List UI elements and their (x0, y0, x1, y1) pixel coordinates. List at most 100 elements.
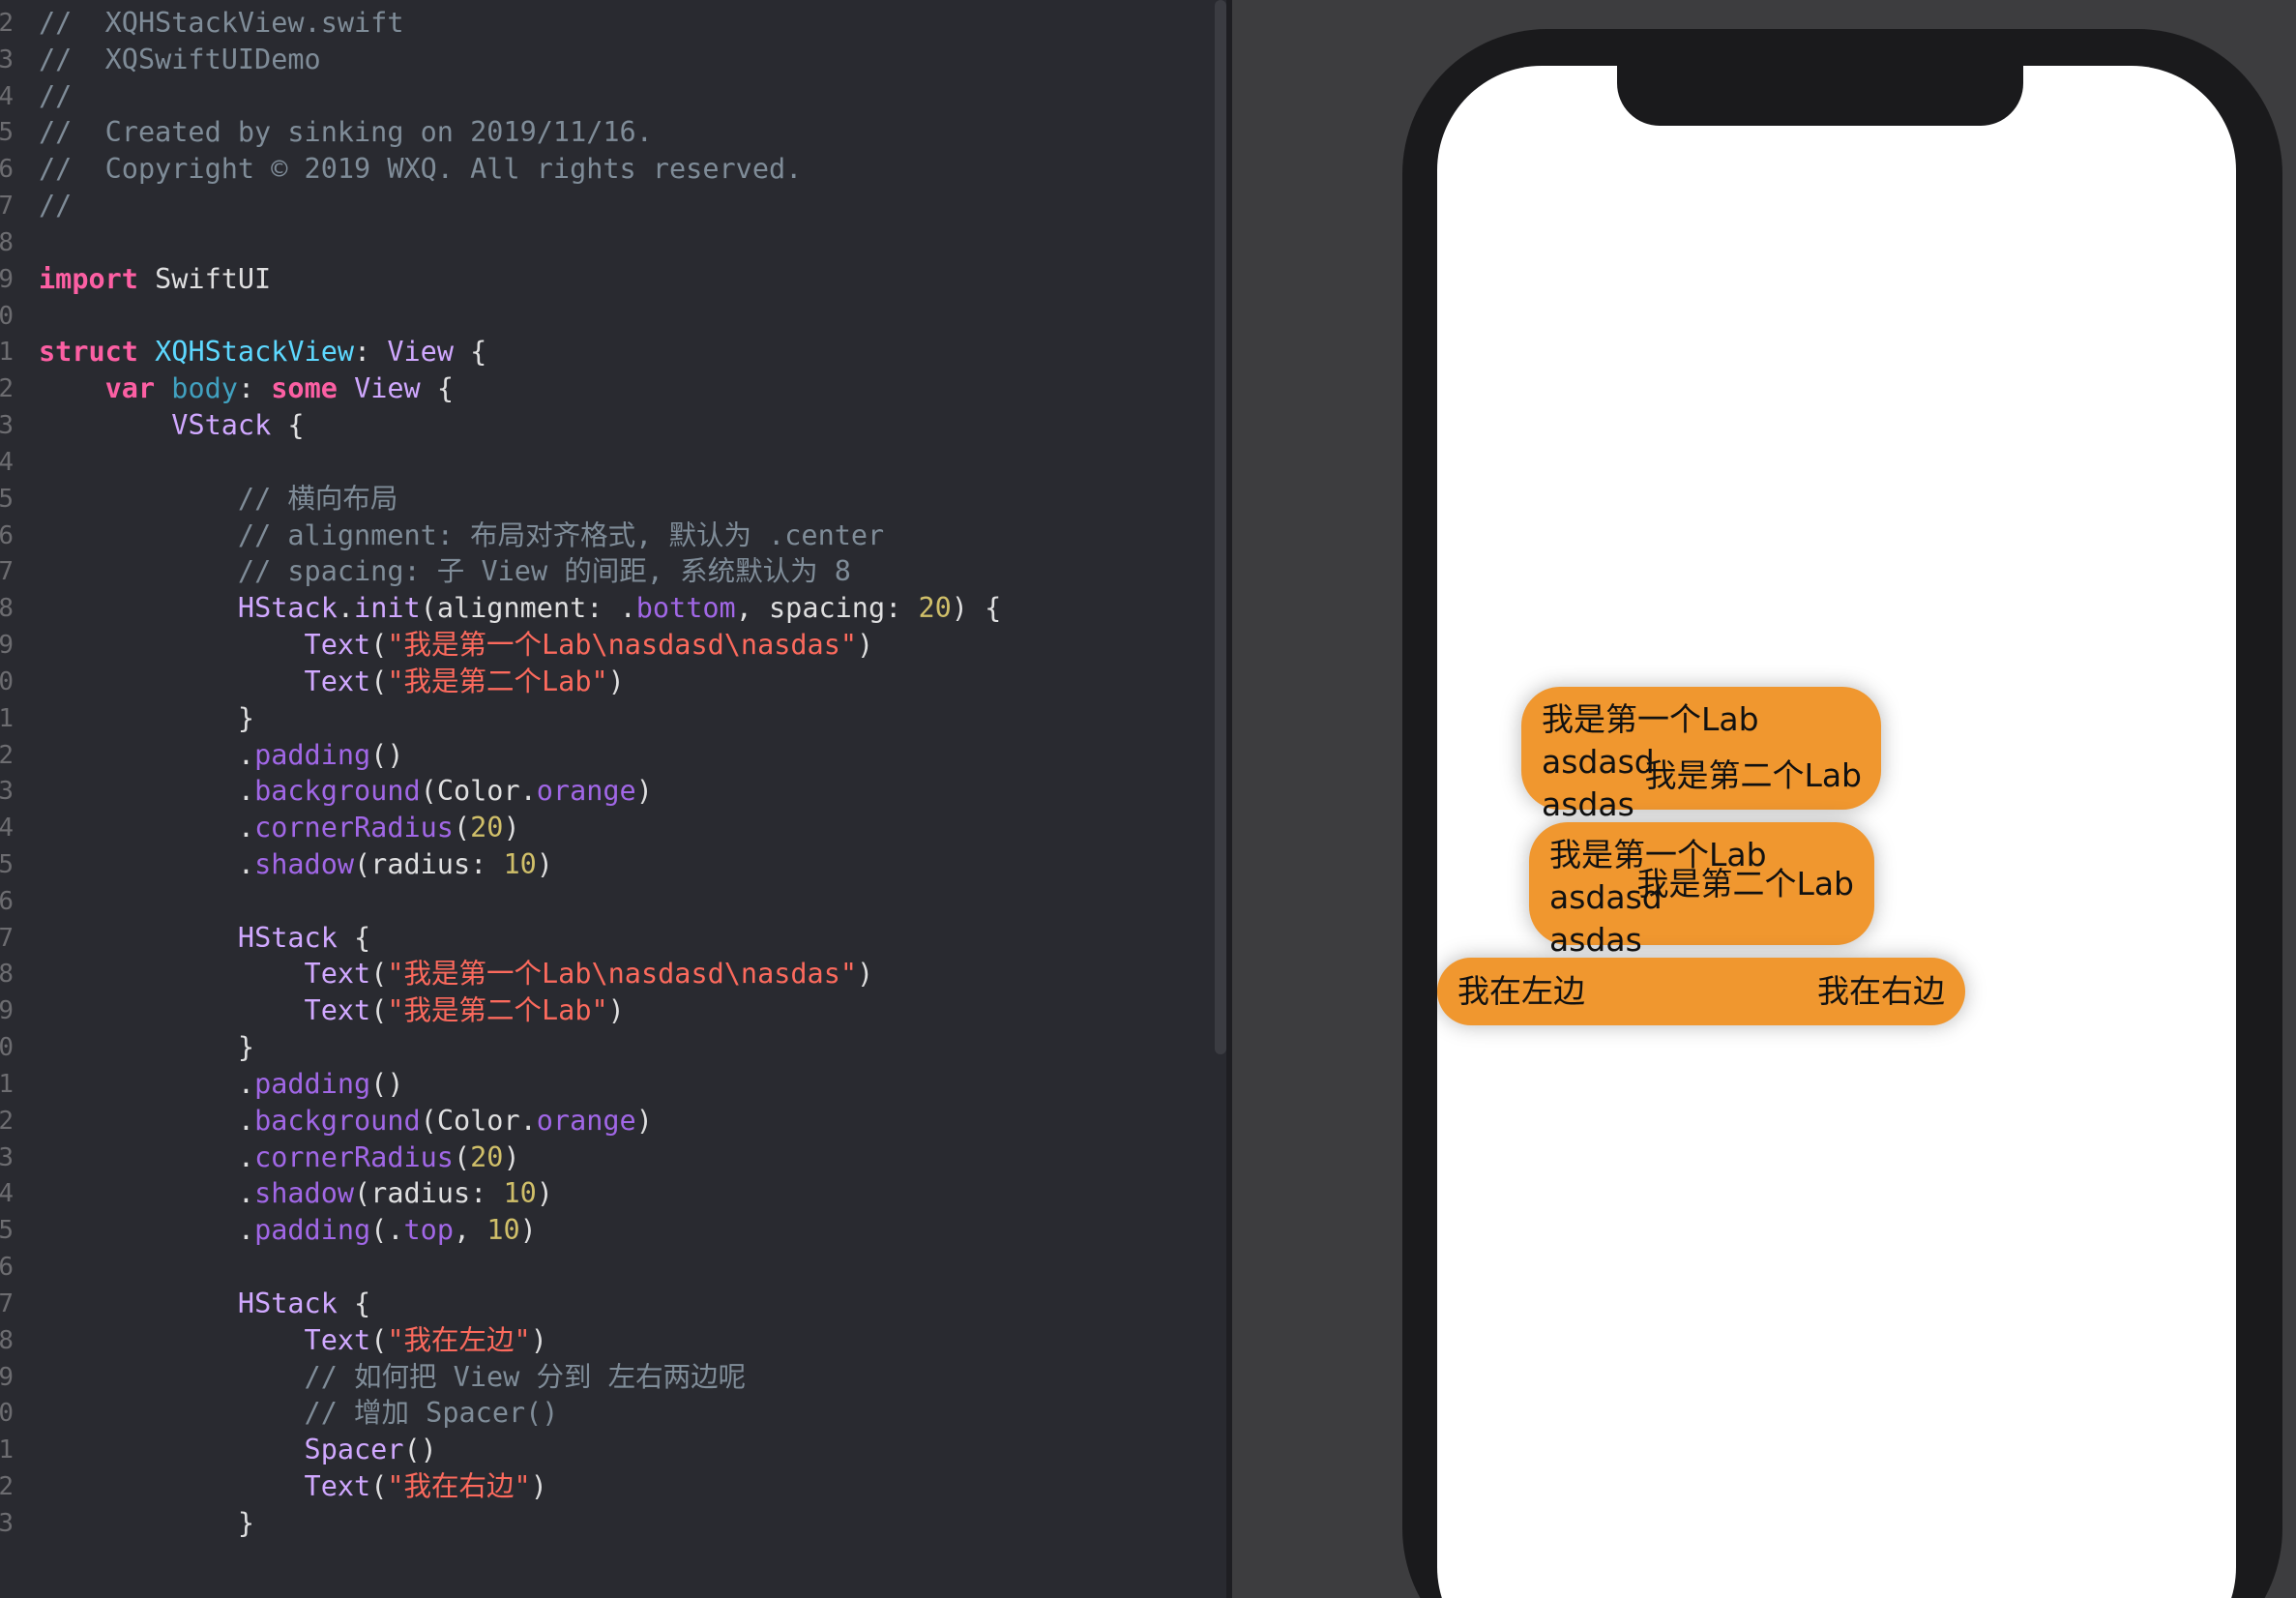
code-line[interactable]: 0 } (0, 1028, 1199, 1067)
code-text: // (39, 77, 72, 116)
code-token: ) (530, 1470, 547, 1503)
editor-scrollbar[interactable] (1215, 0, 1226, 1054)
code-text: // Created by sinking on 2019/11/16. (39, 113, 653, 152)
code-token: ) (607, 994, 625, 1027)
code-text: Spacer() (39, 1431, 437, 1469)
code-token: ) (857, 958, 874, 991)
code-text: .background(Color.orange) (39, 772, 653, 811)
code-line[interactable]: 2 .background(Color.orange) (0, 1102, 1199, 1140)
code-token: 10 (486, 1214, 520, 1247)
code-line[interactable]: 1 .padding() (0, 1065, 1199, 1104)
code-text: // 增加 Spacer() (39, 1394, 559, 1433)
code-editor[interactable]: 2// XQHStackView.swift 3// XQSwiftUIDemo 4… (0, 0, 1218, 1598)
code-line[interactable]: 7 HStack { (0, 1285, 1199, 1323)
code-line[interactable]: 0 Text("我是第二个Lab") (0, 663, 1199, 701)
code-token: ( (453, 1140, 471, 1173)
code-text: // (39, 187, 72, 225)
code-line[interactable]: 1 } (0, 699, 1199, 738)
code-line[interactable]: 2 var body: some View { (0, 370, 1199, 408)
code-line[interactable]: 6 (0, 1248, 1199, 1287)
code-line[interactable]: 9 Text("我是第二个Lab") (0, 991, 1199, 1030)
code-token: 10 (503, 847, 537, 880)
line-number: 2 (0, 1472, 14, 1502)
line-number: 1 (0, 338, 14, 368)
code-token: . (39, 775, 255, 808)
code-token: cornerRadius (254, 1140, 454, 1173)
code-line[interactable]: 9 import SwiftUI (0, 260, 1199, 299)
line-number: 0 (0, 301, 14, 331)
code-line[interactable]: 0 (0, 297, 1199, 336)
code-line[interactable]: 7 // (0, 187, 1199, 225)
code-line[interactable]: 7 HStack { (0, 919, 1199, 958)
code-token: 20 (470, 812, 504, 844)
code-token: // spacing: 子 View 的间距, 系统默认为 8 (237, 555, 851, 588)
code-token: { (271, 409, 305, 442)
line-number: 8 (0, 960, 14, 990)
code-token: ( (370, 994, 388, 1027)
code-line[interactable]: 2 .padding() (0, 736, 1199, 775)
code-line[interactable]: 1 Spacer() (0, 1431, 1199, 1469)
code-line[interactable]: 4 (0, 443, 1199, 482)
code-line[interactable]: 6 // Copyright © 2019 WXQ. All rights res… (0, 150, 1199, 189)
code-line[interactable]: 5 // 横向布局 (0, 480, 1199, 518)
code-token: "我在左边" (387, 1323, 531, 1356)
code-line[interactable]: 3 // XQSwiftUIDemo (0, 41, 1199, 79)
code-token: init (354, 592, 421, 625)
code-token: // alignment: 布局对齐格式, 默认为 .center (237, 518, 885, 551)
hstack-card-center-aligned: 我是第一个Lab asdasd asdas 我是第二个Lab (1529, 822, 1874, 959)
code-line[interactable]: 5 .shadow(radius: 10) (0, 845, 1199, 884)
code-line[interactable]: 9 Text("我是第一个Lab\nasdasd\nasdas") (0, 626, 1199, 665)
code-line[interactable]: 4 // (0, 77, 1199, 116)
code-token: // Created by sinking on 2019/11/16. (39, 116, 653, 149)
code-token: } (39, 1506, 255, 1539)
code-line[interactable]: 6 (0, 882, 1199, 921)
code-line[interactable]: 3 VStack { (0, 406, 1199, 445)
code-line[interactable]: 4 .shadow(radius: 10) (0, 1174, 1199, 1213)
code-token: VStack (171, 409, 272, 442)
code-token: HStack (237, 1287, 338, 1319)
code-line[interactable]: 0 // 增加 Spacer() (0, 1394, 1199, 1433)
code-token: { (454, 336, 487, 369)
code-text: .padding() (39, 736, 404, 775)
code-token: , (453, 1214, 487, 1247)
line-number: 3 (0, 411, 14, 441)
code-token: XQHStackView (155, 336, 355, 369)
code-token: Text (304, 1470, 371, 1503)
code-text: .cornerRadius(20) (39, 1139, 520, 1177)
code-line[interactable]: 1 struct XQHStackView: View { (0, 333, 1199, 371)
code-token: "我是第一个Lab\nasdasd\nasdas" (387, 629, 858, 662)
code-line[interactable]: 2 Text("我在右边") (0, 1467, 1199, 1506)
code-line[interactable]: 2 // XQHStackView.swift (0, 4, 1199, 43)
code-text: .background(Color.orange) (39, 1102, 653, 1140)
code-line[interactable]: 3 .cornerRadius(20) (0, 1139, 1199, 1177)
code-token: ) (635, 1104, 653, 1137)
code-line[interactable]: 5 .padding(.top, 10) (0, 1211, 1199, 1250)
code-line[interactable]: 4 .cornerRadius(20) (0, 809, 1199, 847)
code-line[interactable]: 9 // 如何把 View 分到 左右两边呢 (0, 1358, 1199, 1397)
code-line[interactable]: 8 Text("我是第一个Lab\nasdasd\nasdas") (0, 955, 1199, 993)
code-line[interactable]: 7 // spacing: 子 View 的间距, 系统默认为 8 (0, 552, 1199, 591)
code-line[interactable]: 5 // Created by sinking on 2019/11/16. (0, 113, 1199, 152)
code-text: struct XQHStackView: View { (39, 333, 486, 371)
code-token: (alignment: . (420, 592, 636, 625)
code-line[interactable]: 6 // alignment: 布局对齐格式, 默认为 .center (0, 517, 1199, 555)
code-line[interactable]: 3 .background(Color.orange) (0, 772, 1199, 811)
line-number: 6 (0, 886, 14, 916)
code-line[interactable]: 8 HStack.init(alignment: .bottom, spacin… (0, 589, 1199, 628)
code-token: "我是第二个Lab" (387, 994, 608, 1027)
code-token: ) (519, 1214, 537, 1247)
code-token: // XQHStackView.swift (39, 7, 404, 39)
code-token: ) (503, 812, 520, 844)
code-line[interactable]: 3 } (0, 1504, 1199, 1543)
code-line[interactable]: 8 Text("我在左边") (0, 1321, 1199, 1360)
code-line[interactable]: 8 (0, 223, 1199, 262)
line-number: 5 (0, 1216, 14, 1246)
line-number: 0 (0, 1033, 14, 1063)
line-number: 8 (0, 1325, 14, 1355)
code-token: ) (530, 1323, 547, 1356)
